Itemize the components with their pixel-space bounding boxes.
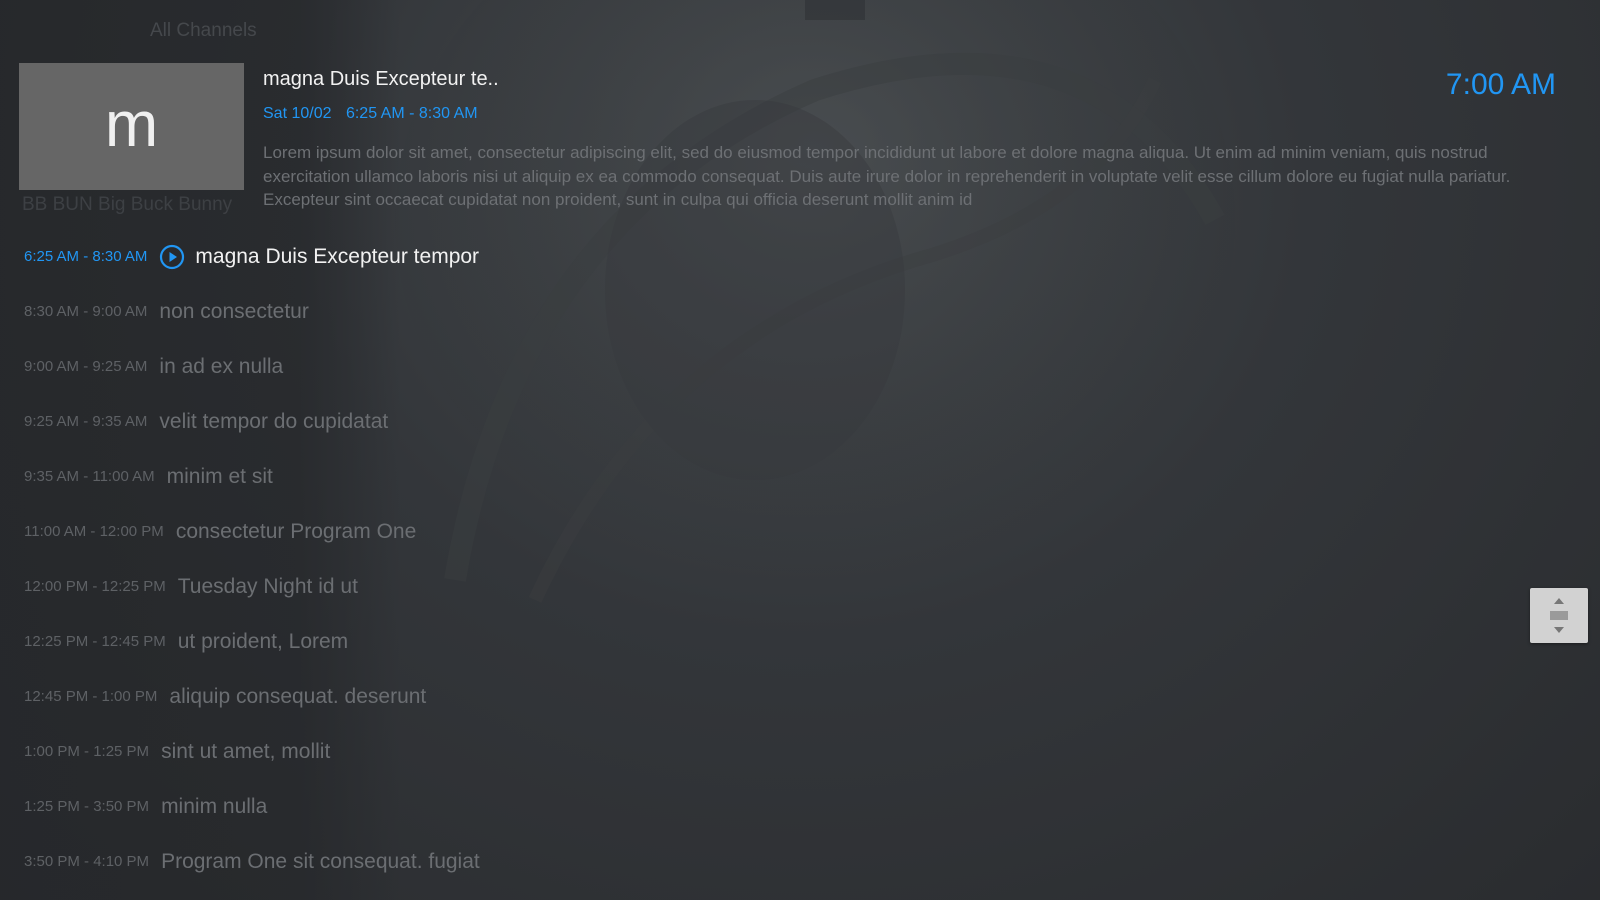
schedule-row-time: 1:25 PM - 3:50 PM [24, 798, 150, 815]
epg-screen: All Channels BB BUN Big Buck Bunny m mag… [0, 0, 1600, 900]
schedule-row[interactable]: 9:25 AM - 9:35 AM velit tempor do cupidat… [24, 394, 480, 449]
clock: 7:00 AM [1445, 68, 1556, 101]
scroll-up-icon[interactable] [1554, 598, 1564, 604]
schedule-row-title: sint ut amet, mollit [161, 739, 331, 763]
schedule-row-time: 12:00 PM - 12:25 PM [24, 578, 166, 595]
schedule-row[interactable]: 9:00 AM - 9:25 AM in ad ex nulla [24, 339, 480, 394]
schedule-row-time: 9:35 AM - 11:00 AM [24, 468, 155, 485]
schedule-row-time: 12:45 PM - 1:00 PM [24, 688, 158, 705]
program-title: magna Duis Excepteur te.. [263, 68, 499, 90]
schedule-row-time: 8:30 AM - 9:00 AM [24, 303, 148, 320]
scroll-grip-icon[interactable] [1550, 611, 1568, 620]
scroll-down-icon[interactable] [1554, 627, 1564, 633]
schedule-row-time: 11:00 AM - 12:00 PM [24, 523, 164, 540]
schedule-row[interactable]: 12:45 PM - 1:00 PM aliquip consequat. des… [24, 669, 480, 724]
schedule-list: 6:25 AM - 8:30 AM magna Duis Excepteur te… [24, 229, 480, 889]
backdrop-artwork [395, 0, 1235, 603]
program-description: Lorem ipsum dolor sit amet, consectetur … [263, 143, 1511, 209]
schedule-row-title: aliquip consequat. deserunt [169, 684, 427, 708]
schedule-row-time: 1:00 PM - 1:25 PM [24, 743, 150, 760]
play-circle-icon [160, 244, 185, 269]
schedule-row-time: 3:50 PM - 4:10 PM [24, 853, 150, 870]
schedule-row-title: minim nulla [161, 794, 268, 818]
schedule-row[interactable]: 8:30 AM - 9:00 AM non consectetur [24, 284, 480, 339]
scroll-handle-icon[interactable] [1530, 588, 1588, 643]
program-time-range: 6:25 AM - 8:30 AM [345, 105, 478, 122]
schedule-row-title: non consectetur [159, 299, 309, 323]
program-thumbnail: m [19, 63, 244, 190]
channel-name-ghost: BB BUN Big Buck Bunny [22, 194, 233, 215]
channel-group-header: All Channels [150, 20, 257, 41]
schedule-row[interactable]: 3:50 PM - 4:10 PM Program One sit consequ… [24, 834, 480, 889]
schedule-row[interactable]: 12:00 PM - 12:25 PM Tuesday Night id ut [24, 559, 480, 614]
schedule-row-title: velit tempor do cupidatat [159, 409, 389, 433]
schedule-row[interactable]: 1:25 PM - 3:50 PM minim nulla [24, 779, 480, 834]
schedule-row[interactable]: 9:35 AM - 11:00 AM minim et sit [24, 449, 480, 504]
schedule-row-title: in ad ex nulla [159, 354, 284, 378]
schedule-row-time: 12:25 PM - 12:45 PM [24, 633, 166, 650]
schedule-row[interactable]: 12:25 PM - 12:45 PM ut proident, Lorem [24, 614, 480, 669]
schedule-row[interactable]: 6:25 AM - 8:30 AM magna Duis Excepteur te… [24, 229, 480, 284]
schedule-row[interactable]: 11:00 AM - 12:00 PM consectetur Program O… [24, 504, 480, 559]
schedule-row-time: 9:00 AM - 9:25 AM [24, 358, 148, 375]
schedule-row-title: Program One sit consequat. fugiat [161, 849, 480, 873]
thumbnail-letter: m [104, 87, 159, 160]
schedule-row-time: 9:25 AM - 9:35 AM [24, 413, 148, 430]
schedule-row[interactable]: 1:00 PM - 1:25 PM sint ut amet, mollit [24, 724, 480, 779]
program-airing: Sat 10/02 6:25 AM - 8:30 AM [263, 105, 478, 123]
schedule-row-title: magna Duis Excepteur tempor [195, 244, 480, 268]
program-date: Sat 10/02 [263, 105, 332, 122]
schedule-row-title: Tuesday Night id ut [177, 574, 358, 598]
schedule-row-time: 6:25 AM - 8:30 AM [24, 248, 148, 265]
schedule-row-title: ut proident, Lorem [177, 629, 349, 653]
schedule-row-title: minim et sit [166, 464, 273, 488]
schedule-row-title: consectetur Program One [175, 519, 417, 543]
